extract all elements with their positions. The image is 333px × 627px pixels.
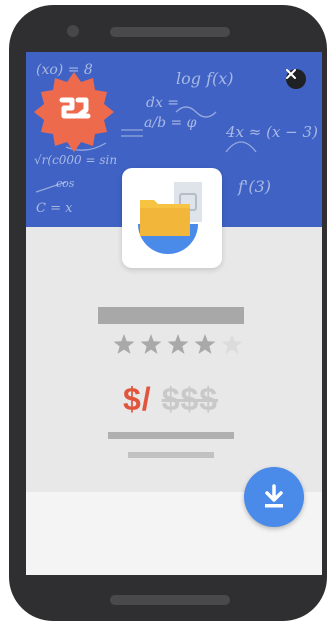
hero-formula: cos: [56, 177, 75, 190]
hero-formula: dx =: [146, 95, 179, 111]
star-icon: [113, 334, 135, 354]
app-title-placeholder: [98, 307, 244, 324]
hero-formula: f'(3): [237, 177, 271, 196]
close-button[interactable]: [286, 69, 306, 89]
star-rating: [113, 334, 243, 354]
hero-formula: log f(x): [176, 69, 234, 88]
hero-formula: √r(c000 = sin: [34, 153, 117, 167]
front-camera: [67, 25, 79, 37]
star-icon: [167, 334, 189, 354]
interstitial-ad-screen: (xo) = 8 log f(x) dx = a/b = φ 4x ≈ (x −…: [26, 52, 322, 575]
original-price: $$$: [161, 380, 219, 417]
description-line: [128, 452, 214, 458]
hero-formula: C = x: [36, 201, 73, 216]
description-line: [108, 432, 234, 439]
sale-badge-icon: [34, 72, 114, 152]
sale-price: $/: [123, 380, 152, 417]
folder-app-icon: [138, 182, 202, 254]
star-icon: [140, 334, 162, 354]
star-icon: [194, 334, 216, 354]
download-button[interactable]: [244, 467, 304, 527]
price-row: $/ $$$: [123, 379, 218, 419]
hero-formula: a/b = φ: [144, 115, 197, 131]
phone-bottom-bar: [110, 595, 230, 605]
hero-formula: 4x ≈ (x − 3): [225, 123, 318, 141]
download-icon: [265, 484, 283, 508]
phone-speaker: [110, 27, 230, 37]
star-icon: [221, 334, 243, 354]
close-icon: [286, 69, 296, 79]
app-icon: [122, 168, 222, 268]
